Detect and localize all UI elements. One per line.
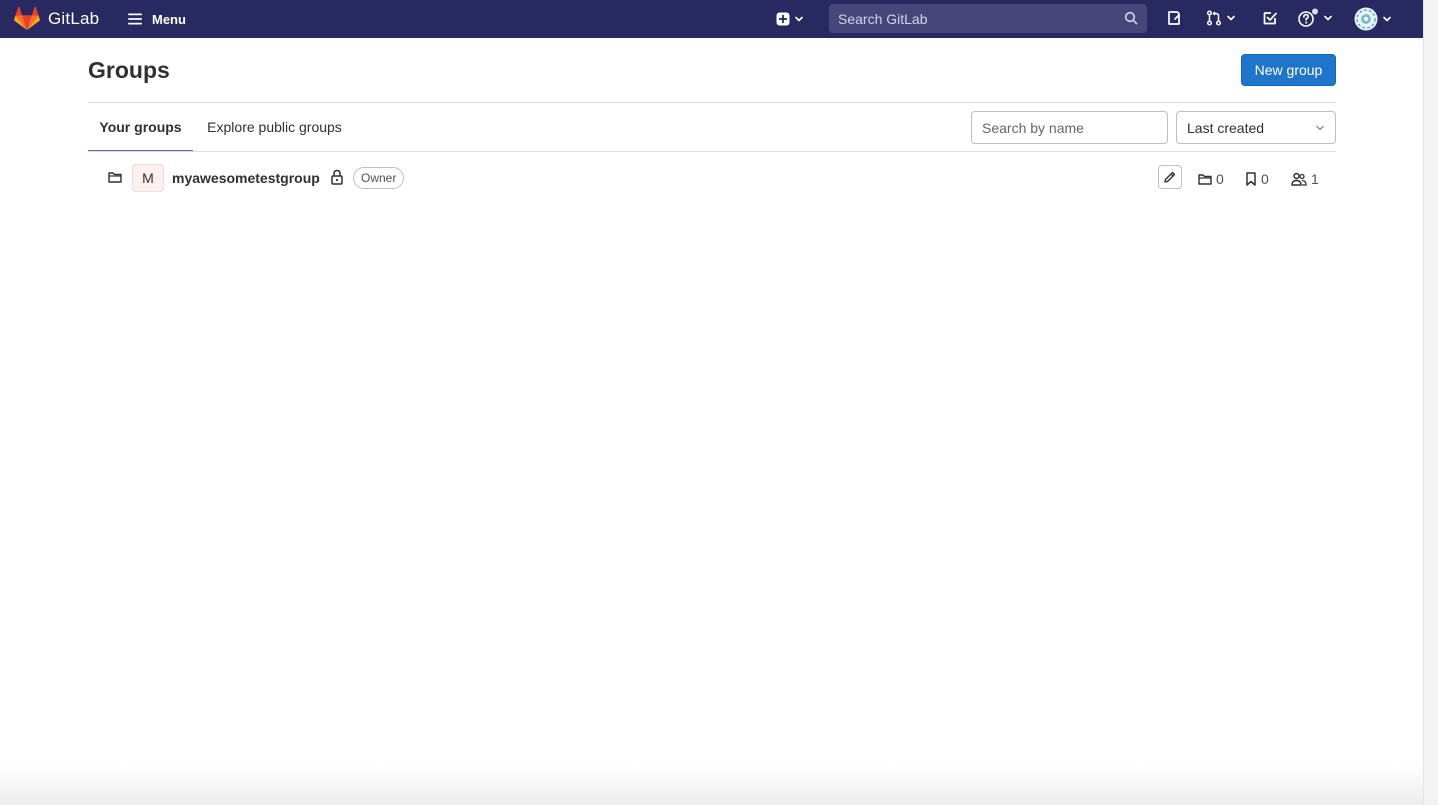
- brand-name: GitLab: [48, 9, 100, 28]
- tabs-divider: [88, 151, 1336, 152]
- gitlab-home-link[interactable]: GitLab: [14, 6, 99, 32]
- page-title: Groups: [88, 57, 170, 83]
- global-search[interactable]: [829, 4, 1147, 33]
- folder-icon: [108, 172, 122, 183]
- chevron-down-icon: [1324, 15, 1332, 21]
- new-dropdown-button[interactable]: [776, 10, 804, 28]
- role-badge: Owner: [353, 167, 405, 189]
- projects-count: 0: [1245, 171, 1269, 187]
- chevron-down-icon: [1383, 16, 1391, 22]
- search-icon: [1124, 11, 1138, 25]
- issues-icon: [1168, 11, 1180, 25]
- todos-button[interactable]: [1262, 10, 1278, 26]
- subgroups-count-value: 0: [1216, 171, 1224, 187]
- user-avatar-icon: [1354, 7, 1378, 31]
- bottom-shadow: [0, 765, 1423, 805]
- group-row[interactable]: M myawesometestgroup Owner 0 0 1: [88, 160, 1336, 196]
- folder-icon: [1198, 174, 1212, 185]
- plus-square-icon: [776, 12, 790, 26]
- help-button[interactable]: [1297, 8, 1333, 28]
- projects-count-value: 0: [1261, 171, 1269, 187]
- edit-group-button[interactable]: [1158, 165, 1182, 189]
- lock-icon: [331, 169, 343, 185]
- gitlab-logo-icon: [14, 7, 40, 30]
- group-avatar[interactable]: M: [132, 164, 164, 192]
- new-group-button[interactable]: New group: [1241, 54, 1336, 86]
- users-icon: [1291, 172, 1307, 186]
- tab-your-groups[interactable]: Your groups: [88, 103, 193, 152]
- hamburger-icon: [128, 13, 142, 25]
- pencil-icon: [1164, 171, 1176, 183]
- menu-label: Menu: [152, 11, 186, 27]
- help-icon: [1298, 8, 1318, 27]
- merge-request-icon: [1206, 10, 1222, 26]
- global-search-input[interactable]: [838, 10, 1118, 27]
- filter-groups-input[interactable]: [971, 111, 1168, 144]
- vertical-scrollbar[interactable]: [1423, 0, 1438, 805]
- tab-explore-public-groups[interactable]: Explore public groups: [193, 103, 356, 151]
- members-count-value: 1: [1311, 171, 1319, 187]
- merge-requests-button[interactable]: [1206, 10, 1236, 26]
- menu-button[interactable]: Menu: [127, 9, 186, 29]
- issues-button[interactable]: [1166, 10, 1182, 26]
- chevron-down-icon: [1227, 15, 1235, 21]
- todo-icon: [1263, 12, 1277, 25]
- members-count: 1: [1291, 171, 1319, 187]
- top-navbar: GitLab Menu: [0, 0, 1423, 38]
- subgroups-count: 0: [1198, 171, 1224, 187]
- user-menu-button[interactable]: [1354, 7, 1392, 31]
- sort-dropdown[interactable]: Last created: [1176, 111, 1336, 144]
- page: GitLab Menu Search GitLab Groups New gro…: [0, 0, 1423, 805]
- chevron-down-icon: [795, 16, 803, 22]
- chevron-down-icon: [1316, 125, 1324, 131]
- sort-selected-value: Last created: [1187, 119, 1265, 136]
- group-name-link[interactable]: myawesometestgroup: [172, 170, 320, 186]
- bookmark-icon: [1246, 172, 1256, 186]
